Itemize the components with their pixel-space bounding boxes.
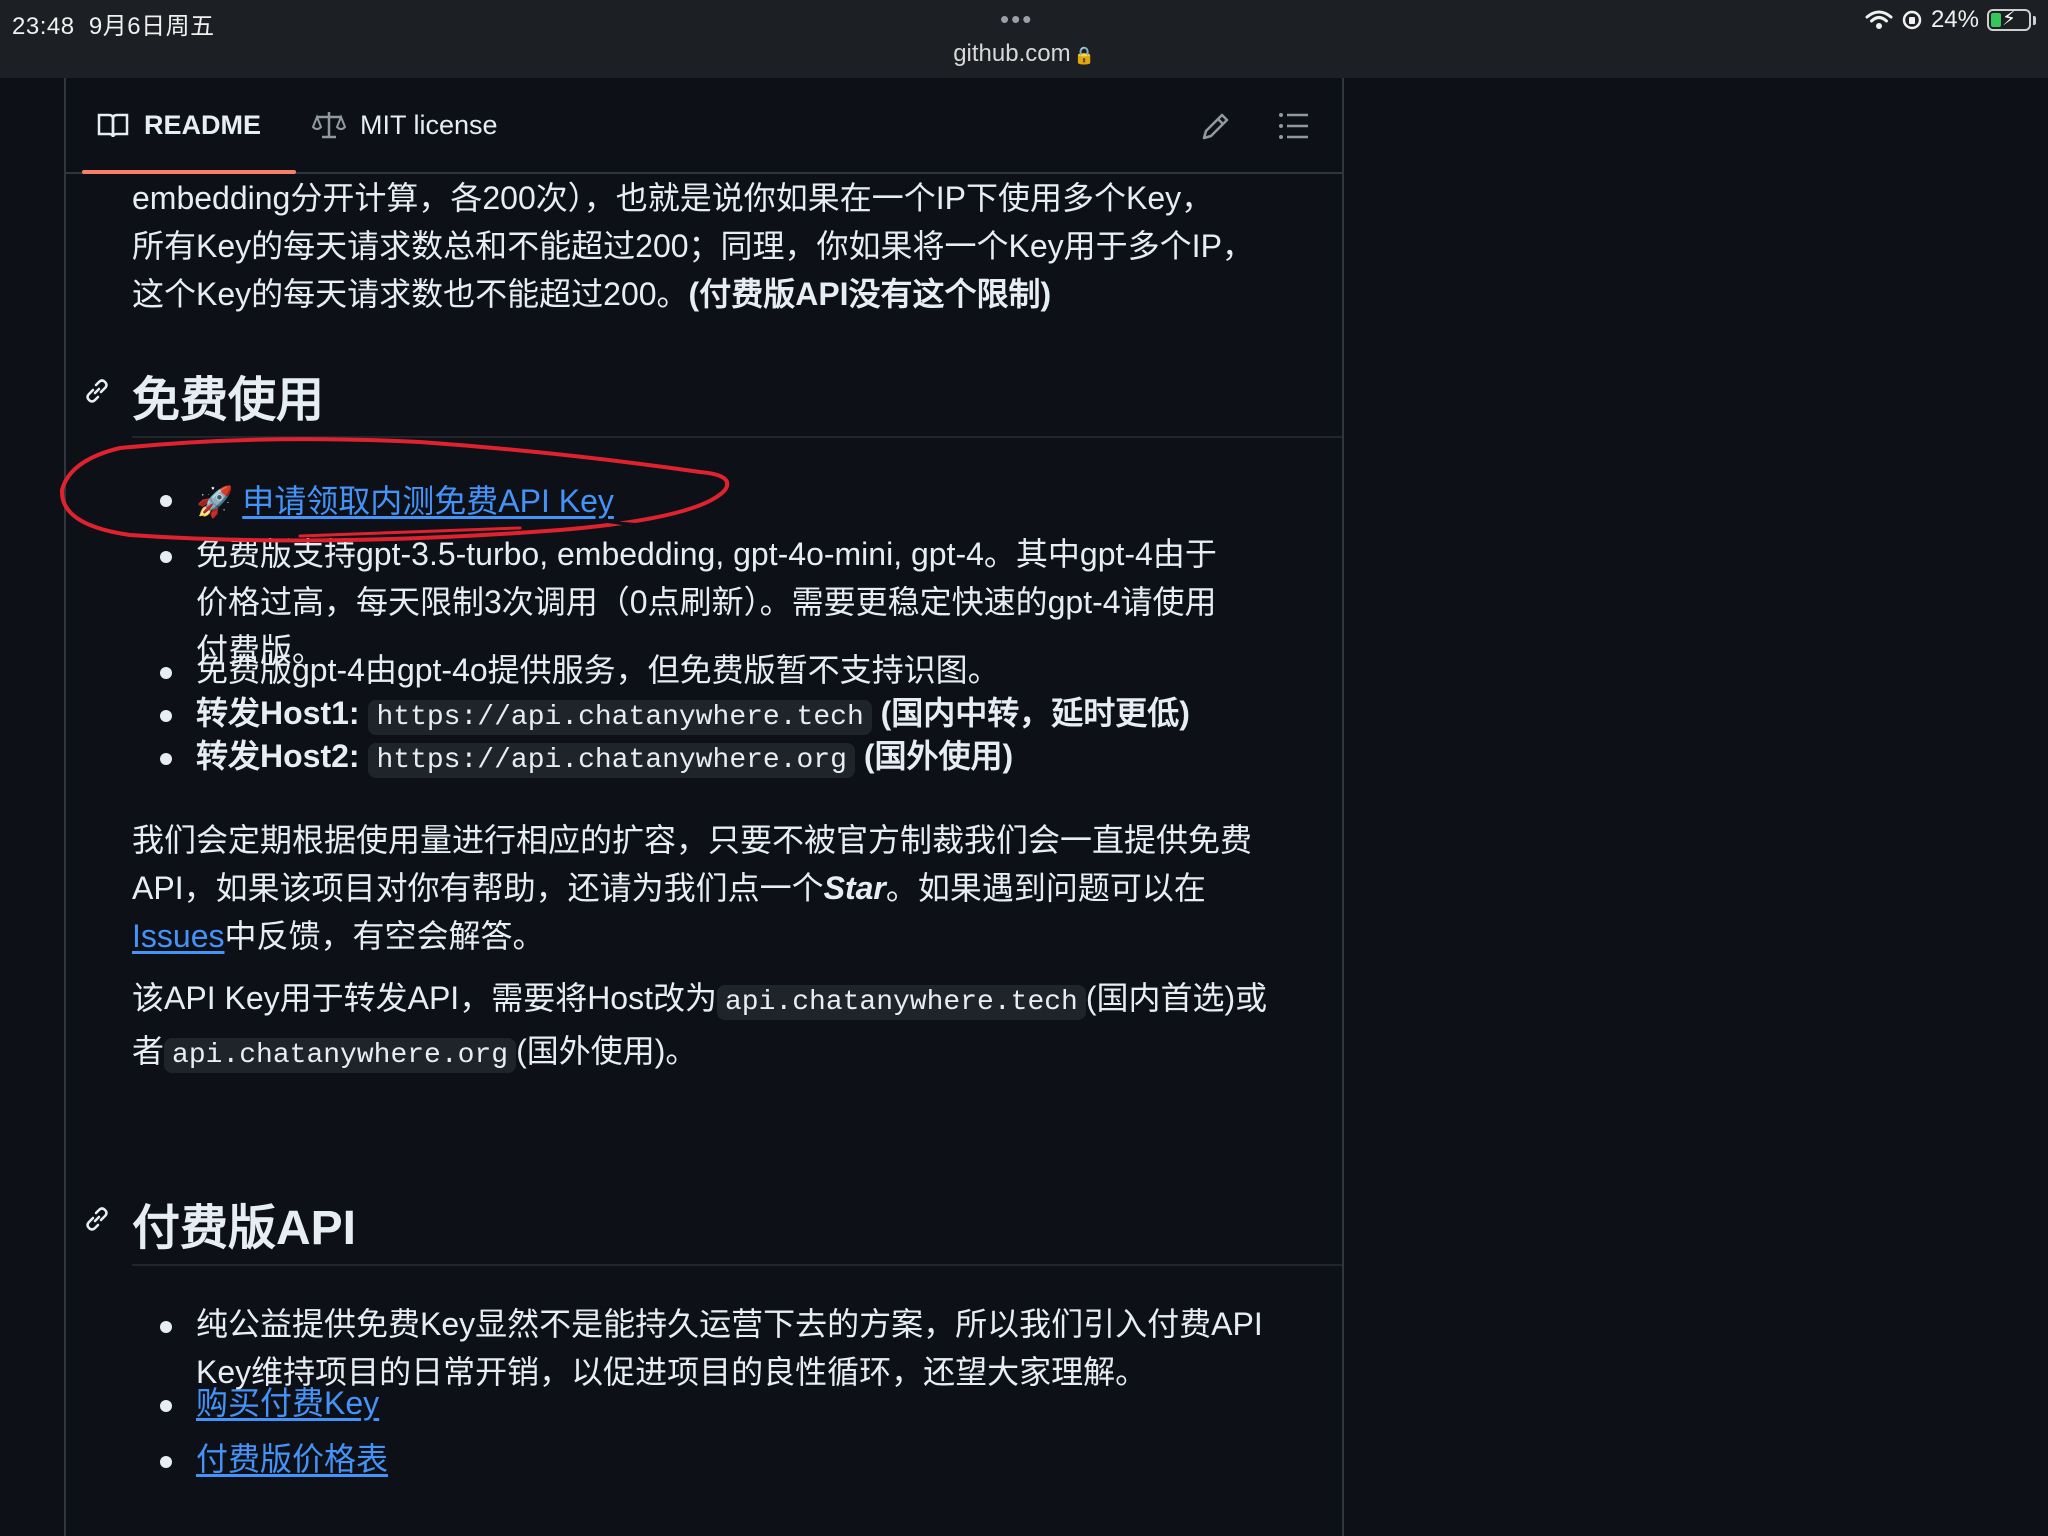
pricing-table-link[interactable]: 付费版价格表: [196, 1441, 388, 1477]
heading-paid-api: 付费版API: [132, 1202, 357, 1255]
readme-panel: README MIT license embedding分开计算，各200次），…: [64, 78, 1344, 1536]
address-bar[interactable]: github.com 🔒: [940, 40, 1108, 68]
issues-link[interactable]: Issues: [132, 918, 224, 954]
outline-list-icon[interactable]: [1274, 106, 1314, 146]
list-item-buy: 购买付费Key: [196, 1379, 379, 1427]
readme-tabbar: README MIT license: [66, 78, 1342, 174]
battery-percent: 24%: [1930, 6, 1979, 33]
status-time: 23:48 9月6日周五: [12, 13, 215, 40]
tab-readme-label: README: [144, 109, 262, 140]
battery-icon: ⚡: [1987, 8, 2031, 31]
intro-line: embedding分开计算，各200次），也就是说你如果在一个IP下使用多个Ke…: [132, 180, 1214, 216]
list-item-apply: 🚀 申请领取内测免费API Key: [196, 477, 614, 527]
tab-readme[interactable]: README: [82, 78, 296, 174]
expansion-paragraph: 我们会定期根据使用量进行相应的扩容，只要不被官方制裁我们会一直提供免费 API，…: [132, 822, 1253, 954]
intro-line: 所有Key的每天请求数总和不能超过200；同理，你如果将一个Key用于多个IP，: [132, 228, 1254, 264]
lock-icon: 🔒: [1073, 46, 1095, 65]
more-dots-icon[interactable]: •••: [1000, 4, 1033, 35]
list-item-pricing: 付费版价格表: [196, 1435, 388, 1483]
orientation-lock-icon: [1902, 10, 1922, 30]
buy-paid-key-link[interactable]: 购买付费Key: [196, 1385, 379, 1421]
status-indicators: 24% ⚡: [1865, 6, 2036, 34]
heading-divider: [132, 436, 1342, 438]
host1-code: https://api.chatanywhere.tech: [368, 700, 872, 735]
scale-icon: [312, 112, 346, 139]
tab-mit-license[interactable]: MIT license: [312, 78, 498, 172]
host-code-org: api.chatanywhere.org: [164, 1038, 517, 1073]
list-item-host2: 转发Host2: https://api.chatanywhere.org (国…: [196, 738, 1014, 778]
ios-status-bar: 23:48 9月6日周五 ••• github.com 🔒 24% ⚡: [0, 0, 2048, 78]
host2-code: https://api.chatanywhere.org: [368, 743, 855, 778]
edit-pencil-icon[interactable]: [1196, 106, 1236, 146]
link-anchor-icon[interactable]: [82, 1204, 112, 1234]
host-paragraph: 该API Key用于转发API，需要将Host改为 api.chatanywher…: [132, 980, 1268, 1073]
readme-body: embedding分开计算，各200次），也就是说你如果在一个IP下使用多个Ke…: [66, 174, 1342, 1536]
list-item-gpt4-note: 免费版gpt-4由gpt-4o提供服务，但免费版暂不支持识图。: [196, 652, 1000, 688]
intro-line: 这个Key的每天请求数也不能超过200。(付费版API没有这个限制): [132, 276, 1052, 312]
paid-no-limit-note: (付费版API没有这个限制): [688, 276, 1052, 312]
wifi-icon: [1865, 10, 1893, 29]
host-code-tech: api.chatanywhere.tech: [717, 985, 1086, 1020]
rocket-icon: 🚀: [196, 486, 234, 519]
intro-paragraph: embedding分开计算，各200次），也就是说你如果在一个IP下使用多个Ke…: [132, 174, 1342, 318]
heading-free-use: 免费使用: [132, 374, 325, 427]
apply-free-key-link[interactable]: 申请领取内测免费API Key: [242, 483, 614, 519]
link-anchor-icon[interactable]: [82, 376, 112, 406]
heading-divider: [132, 1264, 1342, 1266]
tab-license-label: MIT license: [360, 109, 498, 140]
book-icon: [97, 113, 129, 138]
